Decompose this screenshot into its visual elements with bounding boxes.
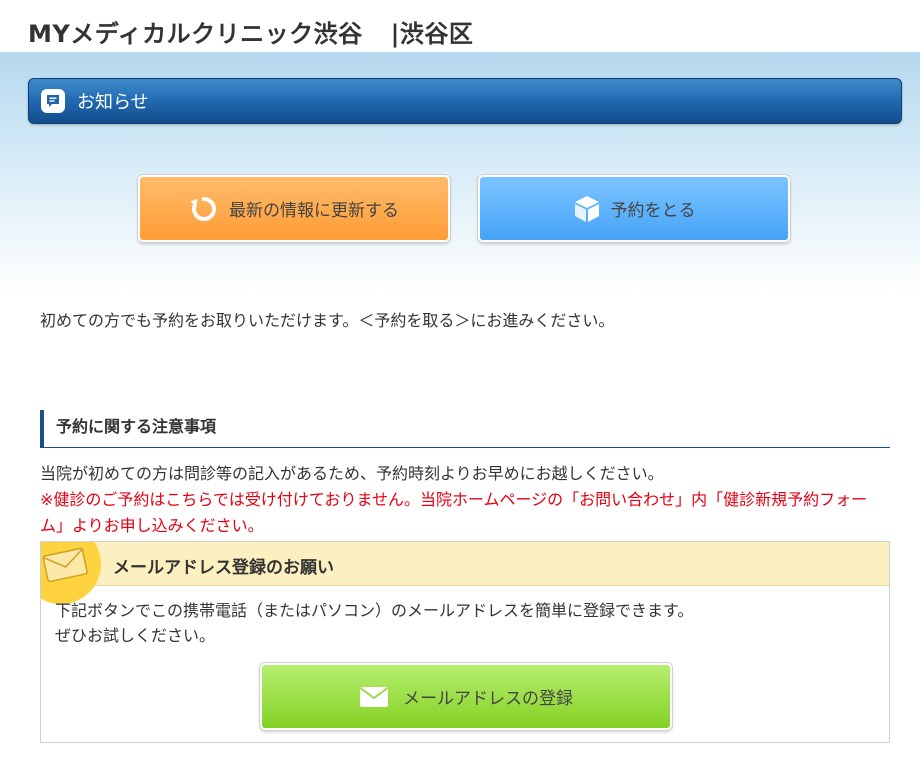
chat-bubble-icon [41, 89, 65, 113]
envelope-icon [359, 686, 389, 707]
mail-desc-line2: ぜひお試しください。 [55, 626, 216, 645]
notes-body: 当院が初めての方は問診等の記入があるため、予約時刻よりお早めにお越しください。 … [40, 461, 890, 539]
mail-registration-box: メールアドレス登録のお願い 下記ボタンでこの携帯電話（またはパソコン）のメールア… [40, 541, 890, 743]
site-header: MYメディカルクリニック渋谷 |渋谷区 [0, 0, 920, 52]
district-label: |渋谷区 [390, 20, 474, 48]
refresh-label: 最新の情報に更新する [229, 201, 399, 221]
register-email-label: メールアドレスの登録 [403, 689, 573, 709]
clinic-name: MYメディカルクリニック渋谷 [28, 20, 363, 48]
notes-line: 当院が初めての方は問診等の記入があるため、予約時刻よりお早めにお越しください。 [40, 464, 664, 483]
refresh-button[interactable]: 最新の情報に更新する [138, 175, 450, 242]
notice-bar[interactable]: お知らせ [28, 78, 902, 124]
intro-text: 初めての方でも予約をお取りいただけます。＜予約を取る＞にお進みください。 [40, 311, 615, 330]
envelope-icon [42, 547, 88, 582]
hero-area: お知らせ 最新の情報に更新する 予約をとる [0, 52, 920, 292]
box-icon [574, 195, 599, 222]
register-email-button[interactable]: メールアドレスの登録 [260, 663, 672, 730]
reserve-button[interactable]: 予約をとる [478, 175, 790, 242]
reserve-label: 予約をとる [610, 201, 696, 221]
notes-warning: ※健診のご予約はこちらでは受け付けておりません。当院ホームページの「お問い合わせ… [40, 490, 868, 535]
mail-desc-line1: 下記ボタンでこの携帯電話（またはパソコン）のメールアドレスを簡単に登録できます。 [55, 601, 694, 620]
mail-box-title: メールアドレス登録のお願い [113, 558, 334, 578]
refresh-icon [190, 196, 217, 221]
mail-description: 下記ボタンでこの携帯電話（またはパソコン）のメールアドレスを簡単に登録できます。… [55, 598, 693, 648]
mail-box-header: メールアドレス登録のお願い [41, 542, 889, 604]
notes-heading: 予約に関する注意事項 [40, 410, 890, 448]
notice-label: お知らせ [77, 92, 149, 113]
site-title: MYメディカルクリニック渋谷 |渋谷区 [28, 14, 473, 49]
